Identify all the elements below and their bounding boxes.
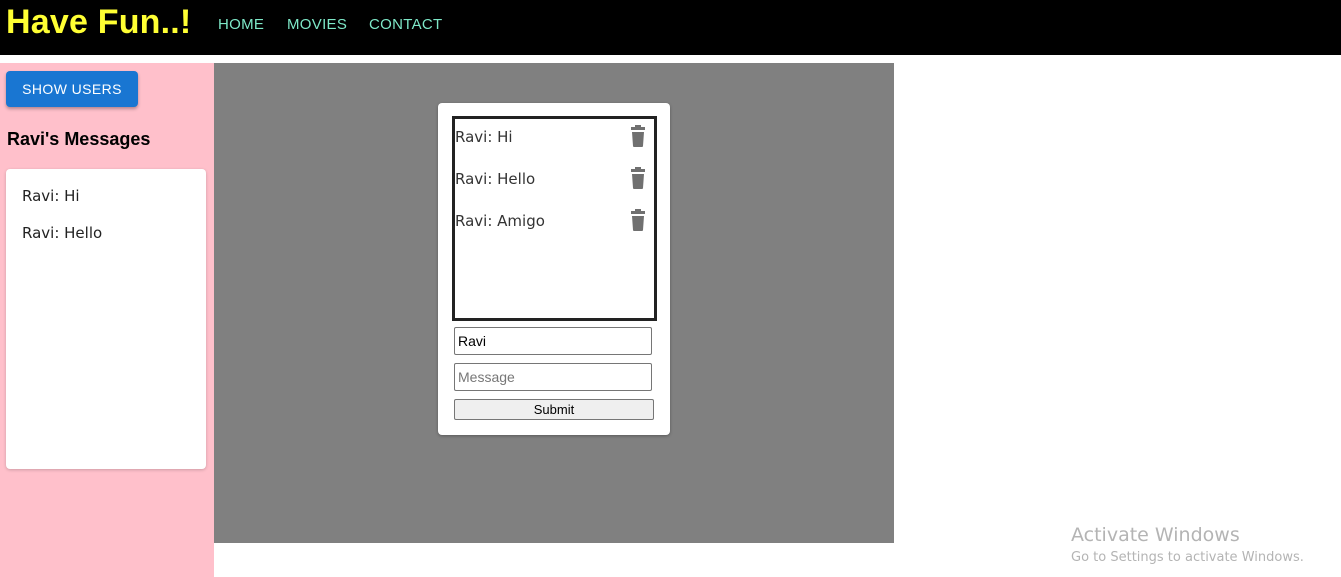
activate-windows-title: Activate Windows [1071,524,1240,546]
nav-movies-link[interactable]: MOVIES [287,16,347,33]
user-message-item: Ravi: Hello [22,224,103,242]
trash-icon[interactable] [627,167,649,191]
chat-message-row: Ravi: Hi [455,125,654,151]
chat-message-row: Ravi: Amigo [455,209,654,235]
chat-message-text: Ravi: Amigo [455,212,545,230]
main-stage: Ravi: Hi Ravi: Hello Ravi: Amigo Ravi Me… [214,63,894,543]
sidebar: SHOW USERS Ravi's Messages Ravi: Hi Ravi… [0,63,214,577]
trash-icon[interactable] [627,209,649,233]
top-navbar: Have Fun..! HOME MOVIES CONTACT [0,0,1341,55]
chat-message-text: Ravi: Hello [455,170,536,188]
nav-contact-link[interactable]: CONTACT [369,16,442,33]
show-users-button[interactable]: SHOW USERS [6,71,138,107]
sidebar-title: Ravi's Messages [7,129,151,149]
user-messages-card: Ravi: Hi Ravi: Hello [6,169,206,469]
chat-card: Ravi: Hi Ravi: Hello Ravi: Amigo Ravi Me… [438,103,670,435]
trash-icon[interactable] [627,125,649,149]
chat-message-row: Ravi: Hello [455,167,654,193]
brand-logo[interactable]: Have Fun..! [6,2,191,42]
chat-message-text: Ravi: Hi [455,128,513,146]
user-message-item: Ravi: Hi [22,187,80,205]
message-field[interactable] [454,363,652,391]
activate-windows-subtitle: Go to Settings to activate Windows. [1071,550,1304,565]
nav-home-link[interactable]: HOME [218,16,264,33]
chat-messages-box[interactable]: Ravi: Hi Ravi: Hello Ravi: Amigo [452,116,657,321]
submit-button[interactable]: Submit [454,399,654,420]
name-field[interactable] [454,327,652,355]
